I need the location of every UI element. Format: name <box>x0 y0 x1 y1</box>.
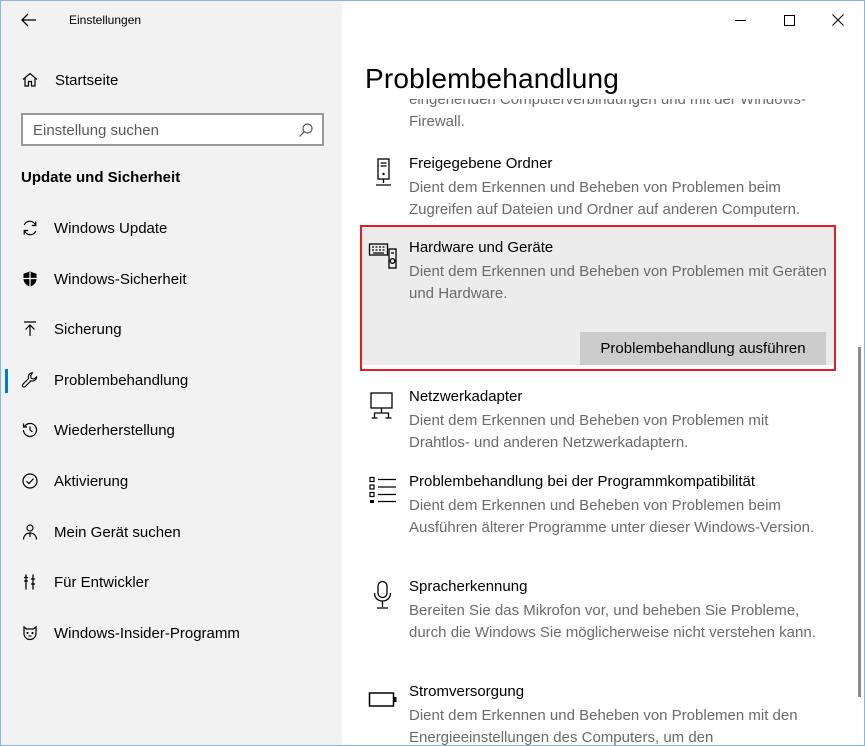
troubleshooter-power[interactable]: Stromversorgung Dient dem Erkennen und B… <box>362 683 836 746</box>
troubleshooter-title: Hardware und Geräte <box>409 239 554 256</box>
sidebar-item-label: Windows Update <box>54 220 168 237</box>
upload-icon <box>24 321 36 337</box>
sidebar-item-insider[interactable]: Windows-Insider-Programm <box>1 612 342 663</box>
troubleshooter-title: Stromversorgung <box>409 683 525 700</box>
sidebar-item-troubleshoot[interactable]: Problembehandlung <box>1 359 342 410</box>
minimize-icon <box>734 19 746 21</box>
sidebar-nav: Windows Update Windows-Sicherheit Sicher… <box>1 207 342 662</box>
back-button[interactable] <box>15 7 43 33</box>
insider-icon <box>23 625 37 640</box>
sidebar-item-label: Wiederherstellung <box>54 422 175 440</box>
active-indicator <box>5 368 8 393</box>
check-circle-icon <box>22 473 38 489</box>
wrench-icon <box>21 372 38 388</box>
sidebar-item-windows-security[interactable]: Windows-Sicherheit <box>1 258 342 309</box>
sidebar: Einstellungen Startseite Update und Sich… <box>1 1 342 745</box>
network-adapter-icon <box>370 392 393 419</box>
run-troubleshooter-button[interactable]: Problembehandlung ausführen <box>580 332 826 365</box>
sidebar-item-label: Windows-Sicherheit <box>54 270 187 288</box>
troubleshooter-desc: Dient dem Erkennen und Beheben von Probl… <box>409 179 801 218</box>
troubleshooter-program-compatibility[interactable]: Problembehandlung bei der Programmkompat… <box>362 473 836 559</box>
sidebar-item-label: Startseite <box>55 72 119 89</box>
list-icon <box>369 476 396 503</box>
maximize-icon <box>783 14 795 26</box>
search-icon[interactable] <box>298 122 314 138</box>
restore-icon <box>22 423 38 438</box>
sidebar-item-label: Für Entwickler <box>54 574 150 592</box>
troubleshooter-shared-folders[interactable]: Freigegebene Ordner Dient dem Erkennen u… <box>362 155 836 219</box>
developer-icon <box>24 574 35 590</box>
troubleshooter-speech[interactable]: Spracherkennung Bereiten Sie das Mikrofo… <box>362 578 836 664</box>
titlebar: Einstellungen <box>1 1 342 41</box>
troubleshooter-desc: Dient dem Erkennen und Beheben von Probl… <box>409 263 827 302</box>
sidebar-item-label: Mein Gerät suchen <box>54 523 181 541</box>
sidebar-item-label: Sicherung <box>54 321 122 339</box>
app-title: Einstellungen <box>69 13 142 27</box>
close-button[interactable] <box>815 5 861 35</box>
sidebar-item-windows-update[interactable]: Windows Update <box>1 207 342 258</box>
sidebar-item-activation[interactable]: Aktivierung <box>1 460 342 511</box>
search-input[interactable] <box>33 120 293 140</box>
troubleshooter-list: eingehenden Computerverbindungen und mit… <box>342 99 864 746</box>
section-title: Update und Sicherheit <box>21 169 181 186</box>
troubleshooter-title: Freigegebene Ordner <box>409 155 553 172</box>
page-title: Problembehandlung <box>365 63 620 94</box>
sidebar-item-backup[interactable]: Sicherung <box>1 308 342 359</box>
search-box[interactable] <box>21 113 324 146</box>
troubleshooter-desc: Dient dem Erkennen und Beheben von Probl… <box>409 497 815 536</box>
sidebar-item-label: Windows-Insider-Programm <box>54 624 240 642</box>
scrollbar-thumb[interactable] <box>858 347 861 697</box>
troubleshooter-title: Netzwerkadapter <box>409 388 523 405</box>
sidebar-item-find-my-device[interactable]: Mein Gerät suchen <box>1 511 342 562</box>
sidebar-item-developers[interactable]: Für Entwickler <box>1 561 342 612</box>
battery-icon <box>368 692 397 707</box>
sidebar-item-home[interactable]: Startseite <box>1 63 342 97</box>
server-icon <box>376 158 391 186</box>
partial-item-desc: eingehenden Computerverbindungen und mit… <box>409 99 806 130</box>
troubleshooter-title: Spracherkennung <box>409 578 528 595</box>
home-icon <box>22 72 38 87</box>
settings-window: Einstellungen Startseite Update und Sich… <box>0 0 865 746</box>
hardware-icon <box>368 243 397 269</box>
person-pin-icon <box>22 523 38 540</box>
troubleshooter-desc: Dient dem Erkennen und Beheben von Probl… <box>409 707 798 746</box>
shield-icon <box>23 271 37 287</box>
close-icon <box>832 14 844 26</box>
sidebar-item-recovery[interactable]: Wiederherstellung <box>1 409 342 460</box>
troubleshooter-title: Problembehandlung bei der Programmkompat… <box>409 473 756 490</box>
microphone-icon <box>373 580 392 609</box>
troubleshooter-hardware[interactable]: Hardware und Geräte Dient dem Erkennen u… <box>362 239 836 303</box>
sidebar-item-label: Problembehandlung <box>54 371 189 389</box>
refresh-icon <box>23 220 37 236</box>
main-panel: Problembehandlung eingehenden Computerve… <box>342 1 864 746</box>
back-arrow-icon <box>21 13 36 27</box>
sidebar-item-label: Aktivierung <box>54 472 129 490</box>
troubleshooter-desc: Dient dem Erkennen und Beheben von Probl… <box>409 412 769 451</box>
troubleshooter-network-adapter[interactable]: Netzwerkadapter Dient dem Erkennen und B… <box>362 388 836 452</box>
troubleshooter-desc: Bereiten Sie das Mikrofon vor, und beheb… <box>409 602 816 641</box>
minimize-button[interactable] <box>717 5 763 35</box>
maximize-button[interactable] <box>766 5 812 35</box>
